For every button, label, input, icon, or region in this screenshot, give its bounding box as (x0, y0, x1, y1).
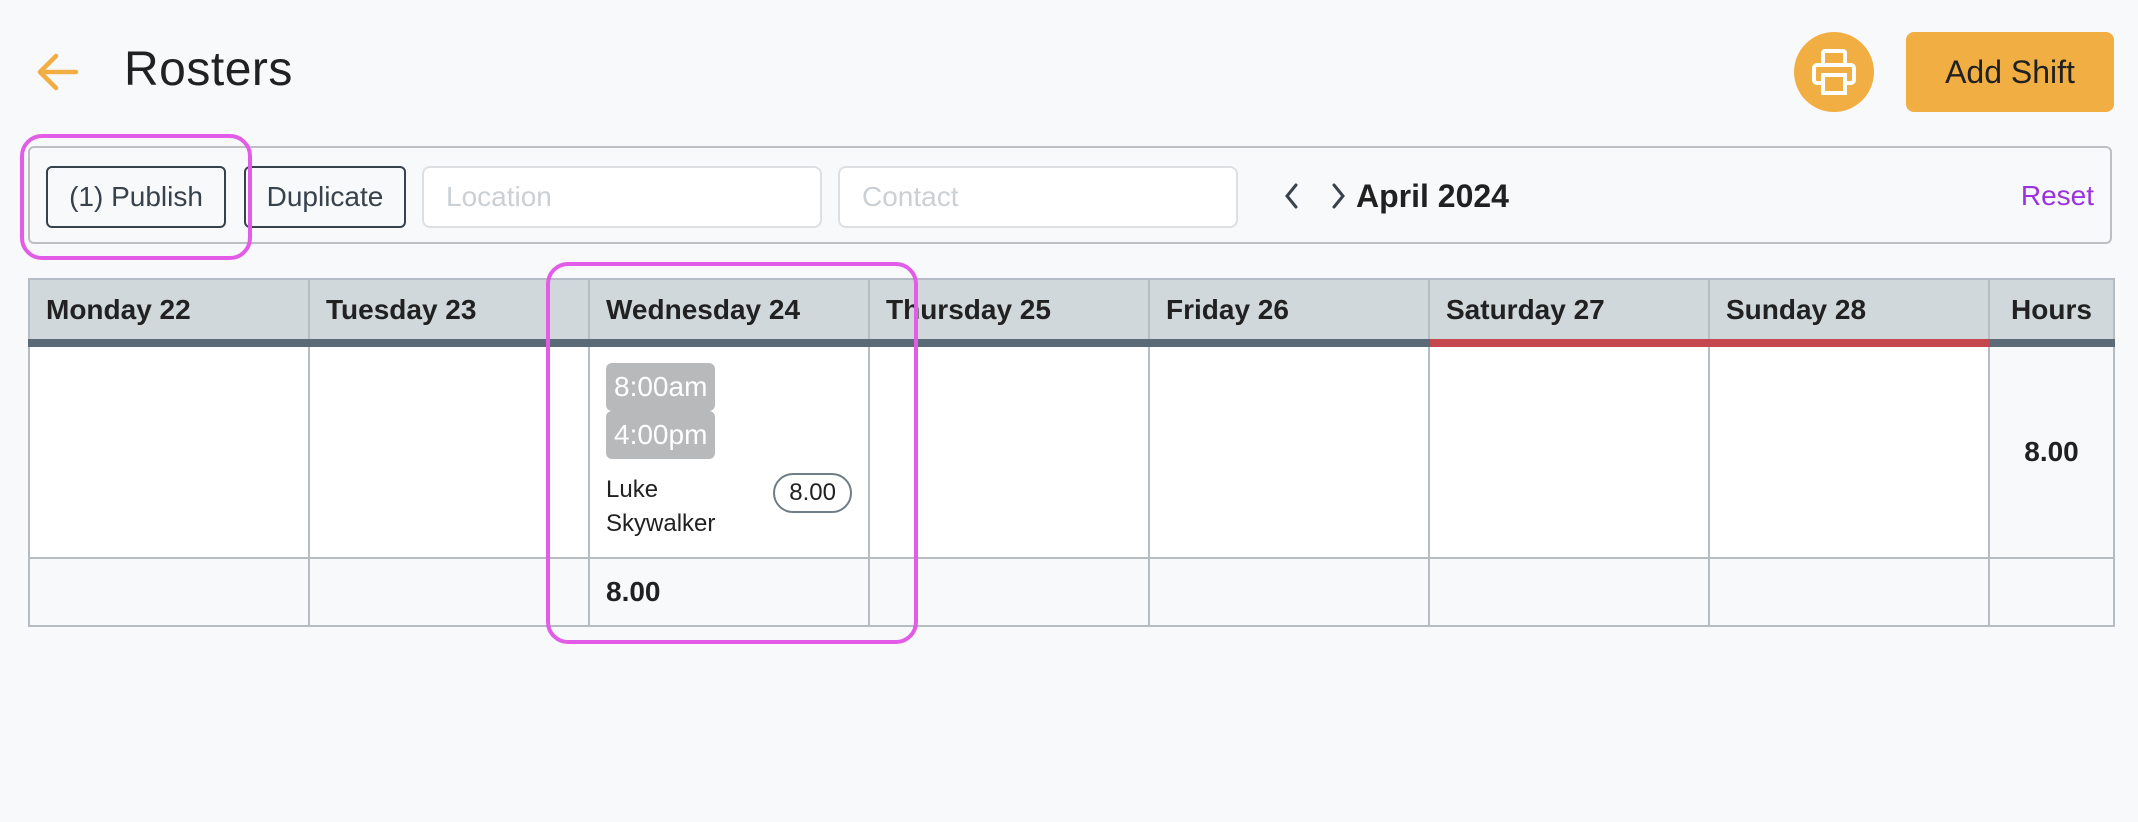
page-title: Rosters (124, 43, 293, 96)
printer-icon (1812, 49, 1856, 95)
daily-total-tuesday (308, 557, 590, 627)
day-cell-thursday[interactable] (868, 342, 1150, 559)
column-header-sunday[interactable]: Sunday 28 (1708, 278, 1990, 347)
column-header-monday[interactable]: Monday 22 (28, 278, 310, 347)
duplicate-button[interactable]: Duplicate (244, 166, 406, 228)
day-cell-tuesday[interactable] (308, 342, 590, 559)
day-cell-sunday[interactable] (1708, 342, 1990, 559)
daily-total-wednesday: 8.00 (588, 557, 870, 627)
shift-end-time[interactable]: 4:00pm (606, 411, 716, 459)
day-cell-saturday[interactable] (1428, 342, 1710, 559)
totals-row: 8.00 (28, 557, 2115, 627)
location-input[interactable] (422, 166, 822, 228)
staff-row: 8:00am4:00pm Luke Skywalker 8.00 8.00 (28, 342, 2115, 559)
column-header-saturday[interactable]: Saturday 27 (1428, 278, 1710, 347)
day-cell-wednesday[interactable]: 8:00am4:00pm Luke Skywalker 8.00 (588, 342, 870, 559)
chevron-left-icon (1285, 183, 1298, 209)
back-button[interactable] (32, 46, 84, 98)
row-hours-total: 8.00 (1988, 342, 2115, 559)
roster-header-row: Monday 22 Tuesday 23 Wednesday 24 Thursd… (28, 278, 2115, 347)
daily-total-monday (28, 557, 310, 627)
publish-button[interactable]: (1) Publish (46, 166, 226, 228)
chevron-right-icon (1332, 183, 1345, 209)
arrow-left-icon (37, 53, 79, 91)
day-cell-monday[interactable] (28, 342, 310, 559)
daily-total-thursday (868, 557, 1150, 627)
contact-input[interactable] (838, 166, 1238, 228)
roster-table: Monday 22 Tuesday 23 Wednesday 24 Thursd… (28, 278, 2115, 627)
daily-total-friday (1148, 557, 1430, 627)
daily-total-saturday (1428, 557, 1710, 627)
shift-card[interactable]: 8:00am4:00pm Luke Skywalker 8.00 (606, 363, 852, 541)
grand-total-hours (1988, 557, 2115, 627)
reset-link[interactable]: Reset (2021, 174, 2094, 218)
daily-total-sunday (1708, 557, 1990, 627)
day-cell-friday[interactable] (1148, 342, 1430, 559)
previous-month-button[interactable] (1274, 176, 1310, 216)
current-month-label: April 2024 (1356, 178, 1509, 214)
column-header-thursday[interactable]: Thursday 25 (868, 278, 1150, 347)
add-shift-button[interactable]: Add Shift (1906, 32, 2114, 112)
next-month-button[interactable] (1320, 176, 1356, 216)
roster-toolbar: (1) Publish Duplicate April 2024 Reset (28, 146, 2112, 244)
column-header-tuesday[interactable]: Tuesday 23 (308, 278, 590, 347)
column-header-wednesday[interactable]: Wednesday 24 (588, 278, 870, 347)
column-header-hours: Hours (1988, 278, 2115, 347)
staff-name: Luke Skywalker (606, 476, 716, 537)
shift-start-time[interactable]: 8:00am (606, 363, 716, 411)
print-button[interactable] (1794, 32, 1874, 112)
column-header-friday[interactable]: Friday 26 (1148, 278, 1430, 347)
shift-hours-badge: 8.00 (773, 473, 852, 513)
